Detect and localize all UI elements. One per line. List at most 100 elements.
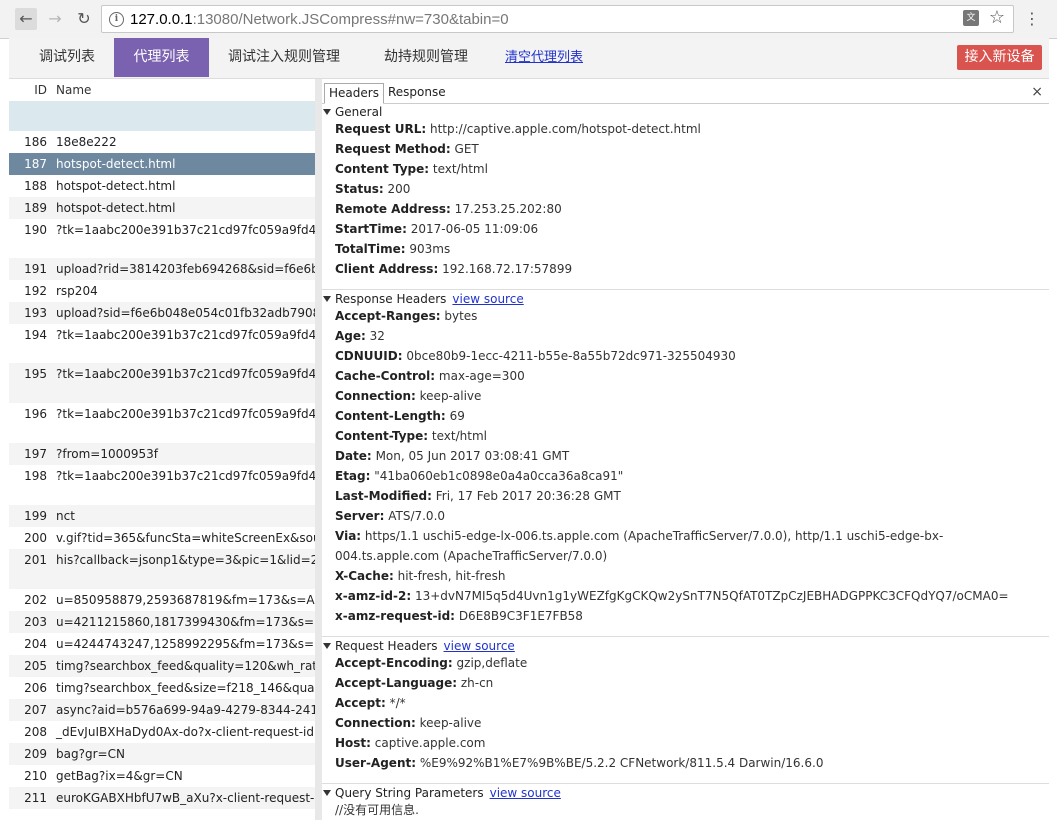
row-name: hotspot-detect.html (56, 157, 176, 171)
table-row[interactable]: 211 euroKGABXHbfU7wB_aXu?x-client-request… (9, 787, 315, 809)
row-id: 205 (24, 659, 47, 673)
row-id: 209 (24, 747, 47, 761)
reload-icon[interactable]: ↻ (73, 8, 95, 30)
table-row[interactable]: 206 timg?searchbox_feed&size=f218_146&qua… (9, 677, 315, 699)
row-name: 18e8e222 (56, 135, 117, 149)
expand-triangle-icon (323, 643, 331, 649)
table-row[interactable]: 209 bag?gr=CN (9, 743, 315, 765)
header-field: StartTime: 2017-06-05 11:09:06 (335, 219, 538, 239)
header-value: captive.apple.com (374, 736, 486, 750)
header-value: 200 (387, 182, 411, 196)
url-path: :13080/Network.JSCompress#nw=730&tabin=0 (192, 11, 509, 28)
header-field: Content Type: text/html (335, 159, 488, 179)
table-row[interactable]: 190 ?tk=1aabc200e391b37c21cd97fc059a9fd46… (9, 219, 315, 258)
table-row[interactable]: 204 u=4244743247,1258992295&fm=173&s=28B (9, 633, 315, 655)
row-name: u=4244743247,1258992295&fm=173&s=28B (56, 637, 315, 651)
row-id: 210 (24, 769, 47, 783)
header-key: Accept-Language: (335, 676, 458, 690)
header-key: Accept-Ranges: (335, 309, 441, 323)
clear-proxy-list-link[interactable]: 清空代理列表 (505, 38, 583, 77)
header-value: zh-cn (460, 676, 494, 690)
table-row[interactable]: 199 nct (9, 505, 315, 527)
header-field: Content-Type: text/html (335, 426, 487, 446)
table-row[interactable]: 200 v.gif?tid=365&funcSta=whiteScreenEx&s… (9, 527, 315, 549)
row-name: ?tk=1aabc200e391b37c21cd97fc059a9fd4604 (56, 469, 315, 483)
header-key: Server: (335, 509, 385, 523)
tab-debug-list[interactable]: 调试列表 (27, 38, 107, 77)
header-key: x-amz-id-2: (335, 589, 412, 603)
header-value: text/html (431, 429, 487, 443)
query-view-source-link[interactable]: view source (490, 786, 561, 800)
table-row[interactable]: 189 hotspot-detect.html (9, 197, 315, 219)
section-response-headers-title: Response Headers (335, 292, 447, 306)
table-row[interactable]: 201 his?callback=jsonp1&type=3&pic=1&lid=… (9, 549, 315, 589)
new-device-button[interactable]: 接入新设备 (957, 45, 1042, 70)
table-row[interactable]: 197 ?from=1000953f (9, 443, 315, 465)
response-view-source-link[interactable]: view source (452, 292, 523, 306)
tab-proxy-list[interactable]: 代理列表 (114, 38, 209, 77)
header-value: */* (389, 696, 406, 710)
row-id: 191 (24, 262, 47, 276)
row-id: 189 (24, 201, 47, 215)
header-field: Remote Address: 17.253.25.202:80 (335, 199, 562, 219)
pane-divider[interactable] (315, 79, 322, 820)
row-id: 186 (24, 135, 47, 149)
header-value: D6E8B9C3F1E7FB58 (458, 609, 583, 623)
section-query-string-title: Query String Parameters (335, 786, 484, 800)
header-key: Accept: (335, 696, 386, 710)
table-row[interactable]: 198 ?tk=1aabc200e391b37c21cd97fc059a9fd46… (9, 465, 315, 505)
header-key: Status: (335, 182, 384, 196)
header-value: Fri, 17 Feb 2017 20:36:28 GMT (435, 489, 621, 503)
detail-tabs: Headers Response × (322, 83, 1049, 104)
header-value: 2017-06-05 11:09:06 (410, 222, 539, 236)
header-field: Status: 200 (335, 179, 410, 199)
table-row[interactable]: 192 rsp204 (9, 280, 315, 302)
header-field: Via: https/1.1 uschi5-edge-lx-006.ts.app… (335, 526, 1040, 566)
tab-hijack-rules[interactable]: 劫持规则管理 (371, 38, 481, 77)
row-name: ?tk=1aabc200e391b37c21cd97fc059a9fd4604 (56, 223, 315, 237)
header-value: 0bce80b9-1ecc-4211-b55e-8a55b72dc971-325… (406, 349, 736, 363)
request-view-source-link[interactable]: view source (444, 639, 515, 653)
table-row[interactable]: 196 ?tk=1aabc200e391b37c21cd97fc059a9fd46… (9, 403, 315, 443)
address-bar[interactable]: i 127.0.0.1:13080/Network.JSCompress#nw=… (101, 5, 1014, 33)
header-field: x-amz-id-2: 13+dvN7MI5q5d4Uvn1g1yWEZfgKg… (335, 586, 1009, 606)
header-value: https/1.1 uschi5-edge-lx-006.ts.apple.co… (335, 529, 944, 563)
tab-headers[interactable]: Headers (324, 83, 384, 104)
table-row[interactable]: 188 hotspot-detect.html (9, 175, 315, 197)
row-id: 187 (24, 157, 47, 171)
table-row[interactable]: 191 upload?rid=3814203feb694268&sid=f6e6b… (9, 258, 315, 280)
header-key: Connection: (335, 389, 416, 403)
table-row[interactable]: 205 timg?searchbox_feed&quality=120&wh_ra… (9, 655, 315, 677)
back-arrow-icon[interactable]: ← (15, 8, 37, 30)
header-field: Cache-Control: max-age=300 (335, 366, 525, 386)
table-row[interactable]: 186 18e8e222 (9, 131, 315, 153)
table-row[interactable]: 195 ?tk=1aabc200e391b37c21cd97fc059a9fd46… (9, 363, 315, 403)
table-row[interactable]: 194 ?tk=1aabc200e391b37c21cd97fc059a9fd46… (9, 324, 315, 363)
header-key: Request Method: (335, 142, 451, 156)
column-header-name[interactable]: Name (56, 79, 91, 101)
table-row[interactable]: 208 _dEvJuIBXHaDyd0Ax-do?x-client-request… (9, 721, 315, 743)
row-id: 194 (24, 328, 47, 342)
kebab-menu-icon[interactable]: ⋮ (1024, 8, 1040, 30)
table-row[interactable]: 207 async?aid=b576a699-94a9-4279-8344-241… (9, 699, 315, 721)
tab-response[interactable]: Response (384, 83, 450, 102)
translate-icon[interactable]: 文 (963, 10, 979, 26)
header-field: Request URL: http://captive.apple.com/ho… (335, 119, 701, 139)
row-name: hotspot-detect.html (56, 179, 176, 193)
table-row[interactable]: 202 u=850958879,2593687819&fm=173&s=AF6 (9, 589, 315, 611)
forward-arrow-icon[interactable]: → (44, 8, 66, 30)
header-field: Host: captive.apple.com (335, 733, 485, 753)
info-icon[interactable]: i (109, 12, 124, 27)
browser-toolbar: ← → ↻ i 127.0.0.1:13080/Network.JSCompre… (0, 0, 1057, 39)
expand-triangle-icon (323, 109, 331, 115)
table-row[interactable]: 203 u=4211215860,1817399430&fm=173&s=EA (9, 611, 315, 633)
star-icon[interactable]: ☆ (989, 7, 1005, 28)
row-name: hotspot-detect.html (56, 201, 176, 215)
table-row[interactable]: 193 upload?sid=f6e6b048e054c01fb32adb7908… (9, 302, 315, 324)
column-header-id[interactable]: ID (9, 79, 47, 101)
table-row[interactable]: 187 hotspot-detect.html (9, 153, 315, 175)
url-text[interactable]: 127.0.0.1:13080/Network.JSCompress#nw=73… (130, 11, 509, 28)
tab-inject-rules[interactable]: 调试注入规则管理 (219, 38, 349, 77)
close-icon[interactable]: × (1031, 84, 1043, 100)
table-row[interactable]: 210 getBag?ix=4&gr=CN (9, 765, 315, 787)
